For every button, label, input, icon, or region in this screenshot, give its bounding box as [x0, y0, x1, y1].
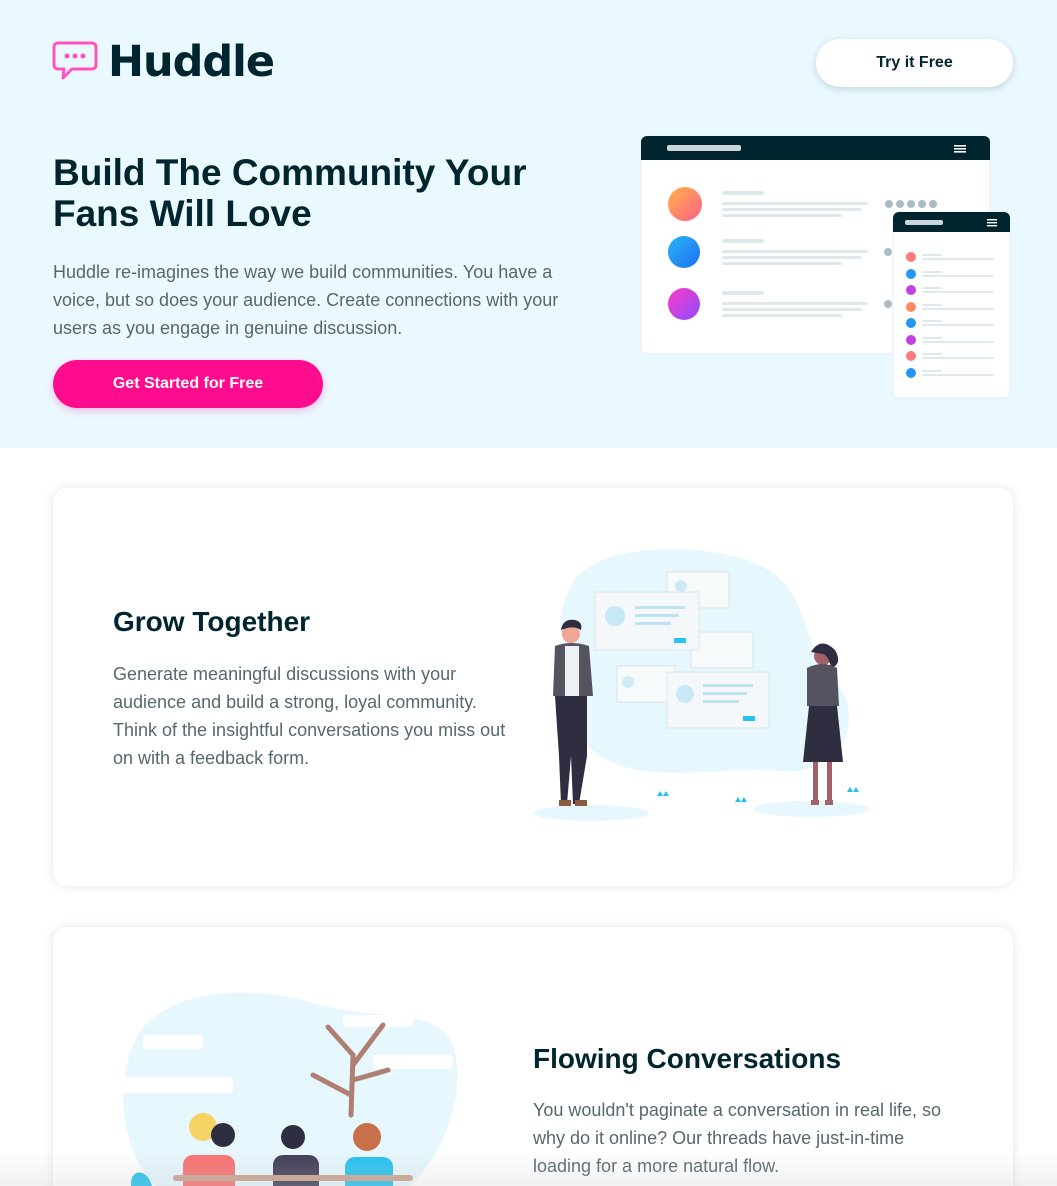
app-mockup-illustration	[640, 135, 1011, 399]
hero-title: Build The Community Your Fans Will Love	[53, 152, 527, 234]
feature-title: Grow Together	[113, 606, 311, 637]
grow-together-illustration	[533, 549, 869, 821]
bottom-fade	[0, 1150, 1057, 1186]
feature-card-grow-together: Grow Together Generate meaningful discus…	[53, 488, 1013, 886]
logo-wordmark: Huddle	[108, 36, 275, 87]
logo[interactable]: Huddle	[52, 36, 275, 87]
feature-text: Generate meaningful discussions with you…	[113, 664, 506, 768]
chat-bubble-icon	[52, 41, 98, 80]
hero-description: Huddle re-imagines the way we build comm…	[53, 262, 559, 338]
feature-card-flowing-conversations: Flowing Conversations You wouldn't pagin…	[53, 927, 1013, 1186]
try-it-free-button[interactable]: Try it Free	[816, 39, 1013, 87]
get-started-button[interactable]: Get Started for Free	[53, 360, 323, 408]
feature-title: Flowing Conversations	[533, 1043, 842, 1074]
hero-section: Huddle Try it Free Build The Community Y…	[0, 0, 1057, 448]
